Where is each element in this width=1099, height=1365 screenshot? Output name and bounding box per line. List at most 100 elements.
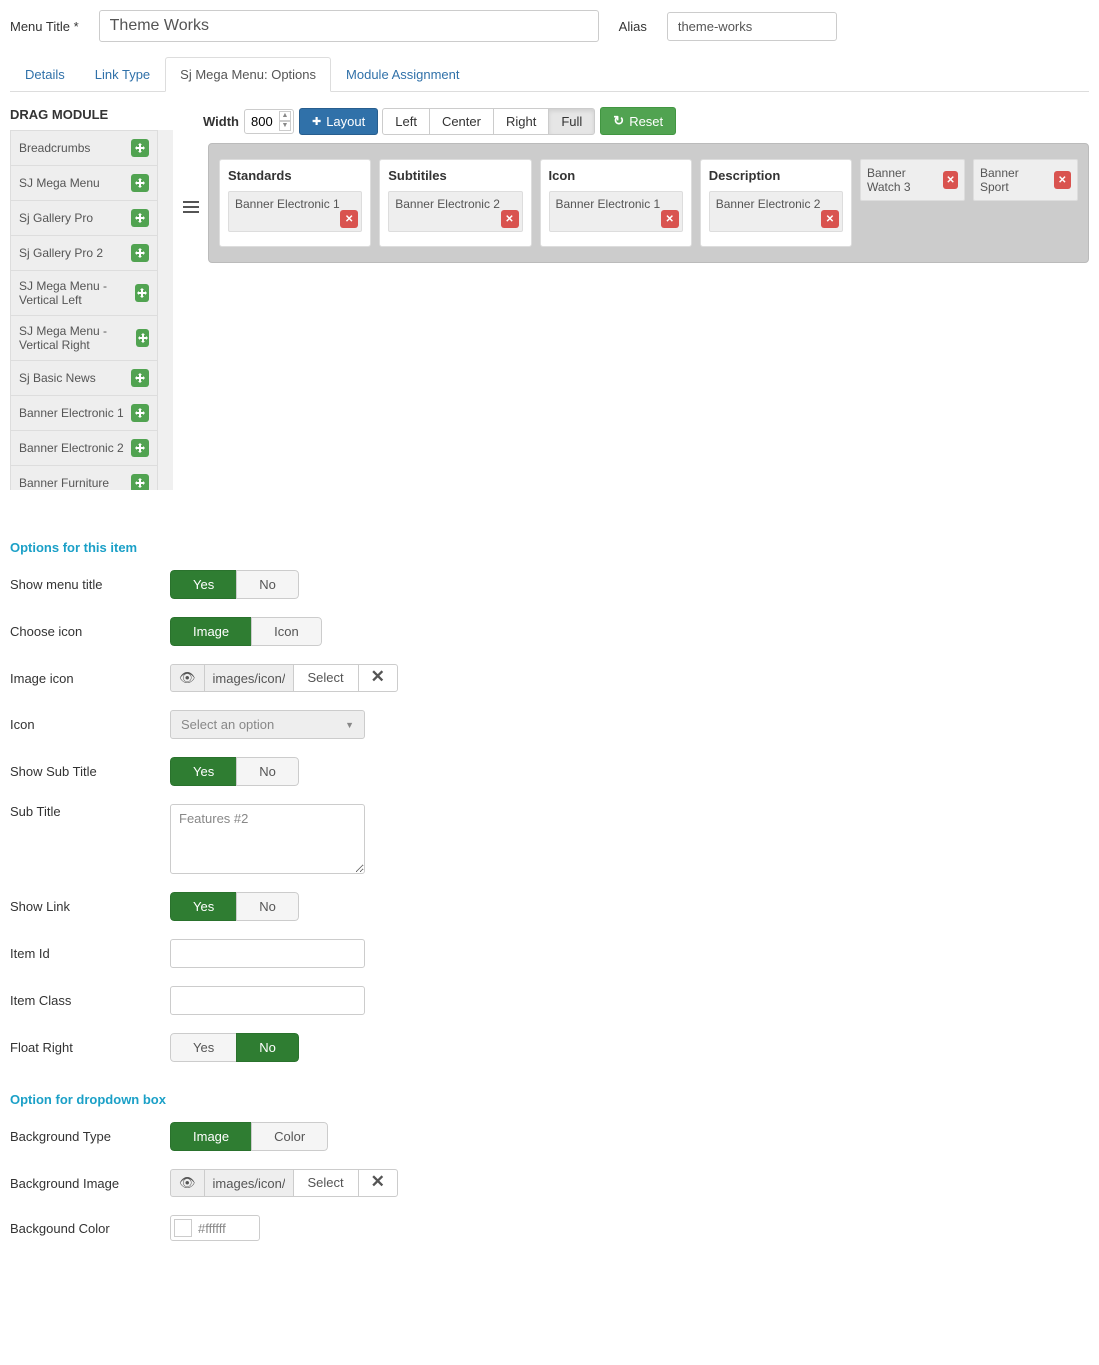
tab-link-type[interactable]: Link Type bbox=[80, 57, 165, 92]
layout-module-item[interactable]: Banner Electronic 2✕ bbox=[709, 191, 843, 232]
move-icon[interactable] bbox=[131, 369, 149, 387]
eye-icon[interactable] bbox=[170, 664, 205, 692]
layout-column[interactable]: SubtitilesBanner Electronic 2✕ bbox=[379, 159, 531, 247]
image-icon-clear-button[interactable]: ✕ bbox=[358, 664, 398, 692]
choose-icon-image[interactable]: Image bbox=[170, 617, 252, 646]
icon-select[interactable]: Select an option ▼ bbox=[170, 710, 365, 739]
drag-module-panel: DRAG MODULE BreadcrumbsSJ Mega MenuSj Ga… bbox=[10, 107, 173, 490]
module-item-label: Sj Basic News bbox=[19, 371, 96, 385]
close-icon[interactable]: ✕ bbox=[501, 210, 519, 228]
move-icon[interactable] bbox=[131, 474, 149, 490]
module-item-label: Breadcrumbs bbox=[19, 141, 90, 155]
module-item[interactable]: Banner Electronic 2 bbox=[10, 430, 158, 466]
bg-image-path-input[interactable] bbox=[204, 1169, 294, 1197]
move-icon[interactable] bbox=[131, 439, 149, 457]
tab-module-assignment[interactable]: Module Assignment bbox=[331, 57, 474, 92]
module-item[interactable]: Sj Basic News bbox=[10, 360, 158, 396]
close-icon[interactable]: ✕ bbox=[821, 210, 839, 228]
layout-module-item[interactable]: Banner Sport ✕ bbox=[973, 159, 1078, 201]
bg-image-select-button[interactable]: Select bbox=[293, 1169, 359, 1197]
module-item[interactable]: SJ Mega Menu - Vertical Right bbox=[10, 315, 158, 361]
close-icon[interactable]: ✕ bbox=[943, 171, 958, 189]
align-full-button[interactable]: Full bbox=[548, 108, 595, 135]
float-right-no[interactable]: No bbox=[236, 1033, 299, 1062]
align-left-button[interactable]: Left bbox=[382, 108, 430, 135]
bg-type-label: Background Type bbox=[10, 1129, 170, 1144]
item-class-input[interactable] bbox=[170, 986, 365, 1015]
layout-column[interactable]: Icon Banner Electronic 1✕ bbox=[540, 159, 692, 247]
show-sub-title-yes[interactable]: Yes bbox=[170, 757, 237, 786]
alias-label: Alias bbox=[619, 19, 647, 34]
module-item[interactable]: SJ Mega Menu - Vertical Left bbox=[10, 270, 158, 316]
layout-module-label: Banner Sport bbox=[980, 166, 1048, 194]
show-menu-title-yes[interactable]: Yes bbox=[170, 570, 237, 599]
align-right-button[interactable]: Right bbox=[493, 108, 549, 135]
close-icon[interactable]: ✕ bbox=[340, 210, 358, 228]
module-item[interactable]: Sj Gallery Pro 2 bbox=[10, 235, 158, 271]
layout-toolbar: Width ▲▼ Layout LeftCenterRightFull Rese… bbox=[183, 107, 1089, 135]
close-icon[interactable]: ✕ bbox=[661, 210, 679, 228]
color-swatch-icon bbox=[174, 1219, 192, 1237]
options-section-title: Options for this item bbox=[10, 540, 1089, 555]
menu-title-input[interactable] bbox=[99, 10, 599, 42]
float-right-label: Float Right bbox=[10, 1040, 170, 1055]
width-down-icon[interactable]: ▼ bbox=[279, 121, 291, 131]
bg-type-color[interactable]: Color bbox=[251, 1122, 328, 1151]
image-icon-label: Image icon bbox=[10, 671, 170, 686]
move-icon[interactable] bbox=[135, 284, 149, 302]
move-icon[interactable] bbox=[131, 404, 149, 422]
bg-type-image[interactable]: Image bbox=[170, 1122, 252, 1151]
module-item[interactable]: Banner Electronic 1 bbox=[10, 395, 158, 431]
layout-module-item[interactable]: Banner Electronic 2✕ bbox=[388, 191, 522, 232]
image-icon-path-input[interactable] bbox=[204, 664, 294, 692]
reset-button[interactable]: Reset bbox=[600, 107, 676, 135]
layout-module-item[interactable]: Banner Watch 3✕ bbox=[860, 159, 965, 201]
bg-image-clear-button[interactable]: ✕ bbox=[358, 1169, 398, 1197]
layout-column[interactable]: StandardsBanner Electronic 1✕ bbox=[219, 159, 371, 247]
float-right-yes[interactable]: Yes bbox=[170, 1033, 237, 1062]
layout-column-title: Icon bbox=[549, 168, 683, 183]
drag-handle-icon[interactable] bbox=[183, 201, 199, 215]
layout-module-item[interactable]: Banner Electronic 1✕ bbox=[549, 191, 683, 232]
tab-details[interactable]: Details bbox=[10, 57, 80, 92]
module-item[interactable]: SJ Mega Menu bbox=[10, 165, 158, 201]
move-icon[interactable] bbox=[131, 209, 149, 227]
layout-column[interactable]: Banner Sport ✕ bbox=[973, 159, 1078, 247]
align-center-button[interactable]: Center bbox=[429, 108, 494, 135]
width-up-icon[interactable]: ▲ bbox=[279, 111, 291, 121]
module-item[interactable]: Banner Furniture bbox=[10, 465, 158, 490]
canvas-row: StandardsBanner Electronic 1✕SubtitilesB… bbox=[183, 143, 1089, 263]
tab-sj-mega-menu-options[interactable]: Sj Mega Menu: Options bbox=[165, 57, 331, 92]
choose-icon-icon[interactable]: Icon bbox=[251, 617, 322, 646]
show-link-no[interactable]: No bbox=[236, 892, 299, 921]
bg-color-picker[interactable] bbox=[170, 1215, 260, 1241]
show-menu-title-no[interactable]: No bbox=[236, 570, 299, 599]
module-list[interactable]: BreadcrumbsSJ Mega MenuSj Gallery ProSj … bbox=[10, 130, 173, 490]
item-id-label: Item Id bbox=[10, 946, 170, 961]
layout-button[interactable]: Layout bbox=[299, 108, 378, 135]
alias-input[interactable] bbox=[667, 12, 837, 41]
item-class-label: Item Class bbox=[10, 993, 170, 1008]
layout-column[interactable]: Banner Watch 3✕ bbox=[860, 159, 965, 247]
layout-module-item[interactable]: Banner Electronic 1✕ bbox=[228, 191, 362, 232]
drag-module-title: DRAG MODULE bbox=[10, 107, 173, 122]
module-item[interactable]: Breadcrumbs bbox=[10, 130, 158, 166]
move-icon[interactable] bbox=[131, 244, 149, 262]
item-id-input[interactable] bbox=[170, 939, 365, 968]
layout-column[interactable]: DescriptionBanner Electronic 2✕ bbox=[700, 159, 852, 247]
image-icon-select-button[interactable]: Select bbox=[293, 664, 359, 692]
align-button-group: LeftCenterRightFull bbox=[383, 108, 595, 135]
bg-image-label: Background Image bbox=[10, 1176, 170, 1191]
close-icon[interactable]: ✕ bbox=[1054, 171, 1071, 189]
move-icon[interactable] bbox=[131, 174, 149, 192]
module-item[interactable]: Sj Gallery Pro bbox=[10, 200, 158, 236]
show-sub-title-no[interactable]: No bbox=[236, 757, 299, 786]
layout-canvas: StandardsBanner Electronic 1✕SubtitilesB… bbox=[208, 143, 1089, 263]
module-item-label: Banner Electronic 2 bbox=[19, 441, 124, 455]
sub-title-input[interactable] bbox=[170, 804, 365, 874]
eye-icon[interactable] bbox=[170, 1169, 205, 1197]
show-link-yes[interactable]: Yes bbox=[170, 892, 237, 921]
bg-color-input[interactable] bbox=[196, 1220, 256, 1237]
move-icon[interactable] bbox=[131, 139, 149, 157]
move-icon[interactable] bbox=[136, 329, 149, 347]
